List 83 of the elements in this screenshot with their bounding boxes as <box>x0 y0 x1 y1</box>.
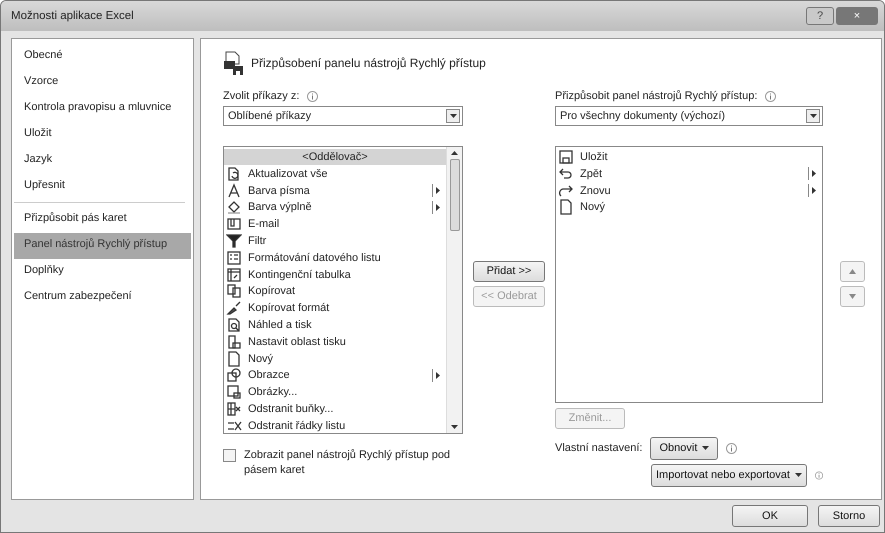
up-arrow-icon <box>848 268 856 274</box>
sidebar-item[interactable]: Kontrola pravopisu a mluvnice <box>14 96 191 122</box>
dropdown-button[interactable] <box>806 108 820 123</box>
list-item[interactable]: Náhled a tisk <box>224 316 446 334</box>
sidebar-item[interactable]: Obecné <box>14 44 191 70</box>
list-item[interactable]: Nastavit oblast tisku <box>224 333 446 350</box>
right-triangle-icon <box>436 372 440 379</box>
info-icon <box>726 442 738 454</box>
cancel-button[interactable]: Storno <box>818 504 880 527</box>
sidebar-item[interactable]: Přizpůsobit pás karet <box>14 206 191 233</box>
list-item[interactable]: Obrazce <box>224 366 446 384</box>
list-item[interactable]: Kontingenční tabulka <box>224 266 446 283</box>
reset-button[interactable]: Obnovit <box>650 436 718 460</box>
checkbox[interactable] <box>223 448 236 462</box>
printer-disk-icon <box>223 50 245 75</box>
sidebar-item[interactable]: Doplňky <box>14 258 191 285</box>
field-label: Přizpůsobit panel nástrojů Rychlý přístup: <box>555 88 758 104</box>
sidebar-item[interactable]: Vzorce <box>14 70 191 96</box>
list-item[interactable]: Kopírovat formát <box>224 300 446 317</box>
move-up-button[interactable] <box>840 260 864 282</box>
list-item[interactable]: Obrázky... <box>224 384 446 401</box>
sidebar-item[interactable]: Upřesnit <box>14 174 191 200</box>
section-heading: Přizpůsobení panelu nástrojů Rychlý přístup <box>251 56 486 70</box>
list-item[interactable]: Zpět <box>556 165 822 182</box>
form-icon <box>226 250 242 266</box>
filter-icon <box>226 232 242 249</box>
list-item[interactable]: Kopírovat <box>224 282 446 300</box>
list-item[interactable]: Nový <box>556 198 822 216</box>
right-triangle-icon <box>436 204 440 211</box>
dropdown-button[interactable] <box>446 108 460 123</box>
page-icon <box>226 350 242 367</box>
list-item[interactable]: Odstranit řádky listu <box>224 417 446 433</box>
up-arrow-icon <box>451 150 458 155</box>
help-button[interactable]: ? <box>806 6 834 25</box>
list-item[interactable]: Filtr <box>224 232 446 250</box>
list-item[interactable]: Barva výplně <box>224 198 446 216</box>
down-arrow-icon <box>848 294 856 299</box>
sidebar-item[interactable]: Jazyk <box>14 148 191 174</box>
sidebar-item[interactable]: Centrum zabezpečení <box>14 284 191 311</box>
close-button[interactable]: × <box>836 6 878 25</box>
list-item[interactable]: Barva písma <box>224 182 446 199</box>
list-item[interactable]: Nový <box>224 350 446 367</box>
scope-dropdown[interactable]: Pro všechny dokumenty (výchozí) <box>555 106 823 126</box>
sidebar-item[interactable]: Panel nástrojů Rychlý přístup <box>14 232 191 259</box>
letter-icon <box>226 182 242 199</box>
delete-cells-icon <box>226 400 242 417</box>
window-title: Možnosti aplikace Excel <box>11 10 134 22</box>
right-triangle-icon <box>436 187 440 194</box>
ok-button[interactable]: OK <box>732 504 808 527</box>
move-down-button[interactable] <box>840 286 864 307</box>
list-item[interactable]: Odstranit buňky... <box>224 400 446 418</box>
list-item[interactable]: E-mail <box>224 216 446 233</box>
list-item[interactable]: Znovu <box>556 182 822 199</box>
down-arrow-icon <box>451 424 458 429</box>
right-triangle-icon <box>812 187 816 194</box>
caret-icon <box>794 473 802 478</box>
page-icon <box>558 199 574 216</box>
shapes-icon <box>226 367 242 384</box>
import-export-button[interactable]: Importovat nebo exportovat <box>651 464 807 487</box>
field-label: Vlastní nastavení: <box>555 440 642 456</box>
copy-icon <box>226 283 242 300</box>
caret-icon <box>450 114 456 118</box>
magnifier-icon <box>226 316 242 333</box>
list-item[interactable]: <Oddělovač> <box>224 148 446 166</box>
brush-icon <box>226 300 242 316</box>
table-icon <box>226 266 242 283</box>
info-icon <box>307 90 318 102</box>
commands-dropdown[interactable]: Oblíbené příkazy <box>223 106 463 126</box>
list-item[interactable]: Uložit <box>556 148 822 166</box>
checkbox-label: Zobrazit panel nástrojů Rychlý přístup pod pásem karet <box>244 448 452 478</box>
redo-arrow-icon <box>558 182 574 199</box>
scrollbar[interactable] <box>446 146 462 433</box>
right-triangle-icon <box>812 170 816 178</box>
scrollbar-thumb[interactable] <box>450 158 460 231</box>
list-item[interactable]: Formátování datového listu <box>224 249 446 266</box>
caret-icon <box>810 114 816 118</box>
caret-icon <box>702 446 710 450</box>
info-icon <box>765 90 776 102</box>
list-item[interactable]: Aktualizovat vše <box>224 165 446 182</box>
field-label: Zvolit příkazy z: <box>223 88 300 104</box>
info-icon <box>814 470 823 481</box>
add-button[interactable]: Přidat >> <box>473 260 545 282</box>
sidebar-item[interactable]: Uložit <box>14 122 191 148</box>
